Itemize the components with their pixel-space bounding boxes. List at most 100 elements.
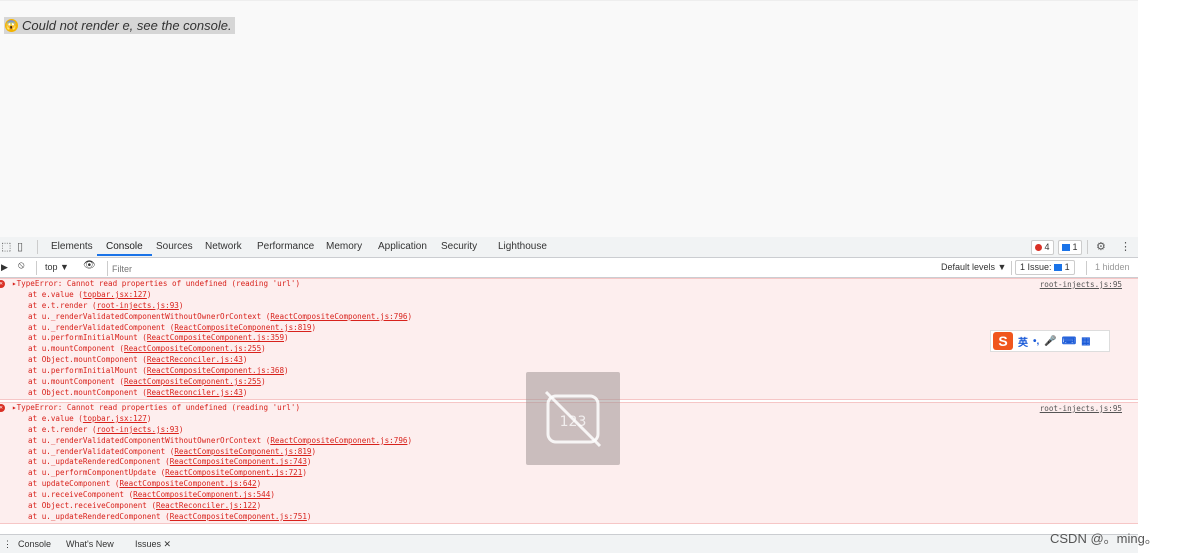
sogou-logo-icon: S bbox=[993, 332, 1013, 350]
stack-frame-call: at u.performInitialMount ( bbox=[28, 333, 147, 343]
stack-frame: at Object.mountComponent (ReactReconcile… bbox=[0, 355, 1138, 366]
stack-frame-link[interactable]: ReactCompositeComponent.js:751 bbox=[170, 512, 307, 521]
tab-console[interactable]: Console bbox=[97, 237, 152, 256]
stack-frame-close: ) bbox=[146, 413, 152, 423]
stack-frame-link[interactable]: ReactCompositeComponent.js:743 bbox=[170, 457, 307, 466]
scared-face-icon: 😱 bbox=[5, 19, 18, 32]
stack-frame: at u.receiveComponent (ReactCompositeCom… bbox=[0, 490, 1138, 501]
stack-frame-call: at u._updateRenderedComponent ( bbox=[28, 457, 170, 467]
message-icon bbox=[1062, 244, 1070, 251]
csdn-watermark: CSDN @。ming。 bbox=[1050, 531, 1158, 546]
stack-frame-close: ) bbox=[256, 501, 262, 511]
tab-performance[interactable]: Performance bbox=[257, 237, 314, 256]
stack-frame-close: ) bbox=[256, 479, 262, 489]
clear-console-icon[interactable]: ⦸ bbox=[18, 260, 25, 271]
stack-frame-close: ) bbox=[311, 446, 317, 456]
tab-elements[interactable]: Elements bbox=[51, 237, 93, 256]
drawer-tab-whats-new[interactable]: What's New bbox=[66, 539, 114, 549]
stack-frame-close: ) bbox=[407, 435, 413, 445]
page-body: 😱 Could not render e, see the console. bbox=[0, 0, 1138, 238]
drawer-tab-issues[interactable]: Issues ✕ bbox=[135, 539, 171, 550]
stack-frame-link[interactable]: root-injects.js:93 bbox=[97, 301, 179, 310]
tab-network[interactable]: Network bbox=[205, 237, 242, 256]
hidden-count: 1 hidden bbox=[1095, 262, 1130, 272]
stack-frame-link[interactable]: ReactCompositeComponent.js:255 bbox=[124, 344, 261, 353]
stack-frame-link[interactable]: ReactCompositeComponent.js:642 bbox=[119, 479, 256, 488]
filter-input[interactable] bbox=[107, 261, 934, 276]
tab-lighthouse[interactable]: Lighthouse bbox=[498, 237, 547, 256]
stack-frame-call: at Object.receiveComponent ( bbox=[28, 501, 157, 511]
tab-application[interactable]: Application bbox=[378, 237, 427, 256]
error-headline[interactable]: ✕ ▸TypeError: Cannot read properties of u… bbox=[0, 279, 1138, 290]
more-options-icon[interactable]: ⋮ bbox=[1120, 240, 1131, 253]
issues-button[interactable]: 1 Issue: 1 bbox=[1015, 260, 1075, 275]
stack-frame-link[interactable]: ReactCompositeComponent.js:544 bbox=[133, 490, 270, 499]
drawer-tab-console[interactable]: Console bbox=[18, 539, 51, 549]
divider bbox=[1086, 261, 1087, 275]
stack-frame-call: at u._renderValidatedComponentWithoutOwn… bbox=[28, 311, 271, 321]
messages-badge[interactable]: 1 bbox=[1058, 240, 1082, 255]
stack-frame: at e.t.render (root-injects.js:93) bbox=[0, 301, 1138, 312]
stack-frame-link[interactable]: topbar.jsx:127 bbox=[83, 290, 147, 299]
stack-frame-link[interactable]: ReactCompositeComponent.js:368 bbox=[147, 366, 284, 375]
context-selector[interactable]: top ▼ bbox=[45, 262, 69, 272]
stack-frame-call: at e.t.render ( bbox=[28, 300, 97, 310]
stack-frame: at u.mountComponent (ReactCompositeCompo… bbox=[0, 344, 1138, 355]
stack-frame-close: ) bbox=[242, 387, 248, 397]
stack-frame-link[interactable]: ReactCompositeComponent.js:255 bbox=[124, 377, 261, 386]
stack-frame-close: ) bbox=[261, 344, 266, 354]
tab-memory[interactable]: Memory bbox=[326, 237, 362, 256]
error-dot-icon bbox=[1035, 244, 1042, 251]
inspect-element-icon[interactable]: ⬚ bbox=[1, 240, 11, 253]
error-headline-text: ▸TypeError: Cannot read properties of un… bbox=[12, 403, 301, 412]
ime-keyboard-icon[interactable]: ⌨ bbox=[1062, 336, 1076, 347]
stack-frame-call: at e.value ( bbox=[28, 413, 83, 423]
stack-frame-link[interactable]: ReactReconciler.js:43 bbox=[147, 388, 243, 397]
stack-frame-link[interactable]: ReactCompositeComponent.js:796 bbox=[270, 312, 407, 321]
stack-frame-close: ) bbox=[306, 511, 312, 521]
drawer-menu-icon[interactable]: ⋮ bbox=[3, 539, 12, 550]
stack-frame-link[interactable]: ReactCompositeComponent.js:819 bbox=[174, 447, 311, 456]
error-source-link[interactable]: root-injects.js:95 bbox=[1040, 404, 1122, 415]
stack-frame-close: ) bbox=[178, 300, 184, 310]
divider bbox=[36, 261, 37, 275]
divider bbox=[1087, 240, 1088, 254]
default-levels-dropdown[interactable]: Default levels ▼ bbox=[941, 262, 1006, 272]
stack-frame: at u._renderValidatedComponentWithoutOwn… bbox=[0, 312, 1138, 323]
ime-language-toggle[interactable]: 英 bbox=[1018, 334, 1028, 349]
ime-toolbar: S 英 •, 🎤 ⌨ ▦ bbox=[990, 330, 1110, 352]
stack-frame-call: at Object.mountComponent ( bbox=[28, 355, 147, 365]
stack-frame-link[interactable]: ReactReconciler.js:122 bbox=[156, 501, 257, 510]
stack-frame-call: at Object.mountComponent ( bbox=[28, 387, 147, 397]
stack-frame: at Object.receiveComponent (ReactReconci… bbox=[0, 501, 1138, 512]
console-toolbar: ▶ ⦸ top ▼ 👁 Default levels ▼ 1 Issue: 1 … bbox=[0, 258, 1138, 278]
stack-frame-link[interactable]: ReactCompositeComponent.js:721 bbox=[165, 468, 302, 477]
stack-frame-link[interactable]: ReactCompositeComponent.js:819 bbox=[174, 323, 311, 332]
stack-frame-link[interactable]: ReactCompositeComponent.js:359 bbox=[147, 333, 284, 342]
device-toolbar-icon[interactable]: ▯ bbox=[17, 240, 23, 253]
stack-frame-link[interactable]: root-injects.js:93 bbox=[97, 425, 179, 434]
stack-frame-link[interactable]: topbar.jsx:127 bbox=[83, 414, 147, 423]
render-error-banner: 😱 Could not render e, see the console. bbox=[4, 17, 235, 34]
tab-security[interactable]: Security bbox=[441, 237, 477, 256]
sidebar-toggle-icon[interactable]: ▶ bbox=[1, 262, 8, 273]
errors-badge[interactable]: 4 bbox=[1031, 240, 1054, 255]
settings-gear-icon[interactable]: ⚙ bbox=[1096, 240, 1106, 253]
stack-frame-call: at u.mountComponent ( bbox=[28, 344, 125, 354]
divider bbox=[1011, 261, 1012, 275]
stack-frame-call: at u.receiveComponent ( bbox=[28, 490, 134, 500]
ime-punctuation-icon[interactable]: •, bbox=[1033, 336, 1039, 347]
stack-frame: at u._updateRenderedComponent (ReactComp… bbox=[0, 512, 1138, 523]
stack-frame: at e.value (topbar.jsx:127) bbox=[0, 290, 1138, 301]
stack-frame-link[interactable]: ReactReconciler.js:43 bbox=[147, 355, 243, 364]
tab-sources[interactable]: Sources bbox=[156, 237, 193, 256]
ime-microphone-icon[interactable]: 🎤 bbox=[1044, 336, 1056, 347]
messages-count: 1 bbox=[1072, 242, 1078, 252]
ime-menu-grid-icon[interactable]: ▦ bbox=[1081, 336, 1090, 347]
stack-frame-close: ) bbox=[302, 468, 307, 478]
stack-frame-link[interactable]: ReactCompositeComponent.js:796 bbox=[270, 436, 407, 445]
drawer-tabbar: ⋮ Console What's New Issues ✕ bbox=[0, 534, 1138, 553]
error-source-link[interactable]: root-injects.js:95 bbox=[1040, 280, 1122, 291]
live-expression-eye-icon[interactable]: 👁 bbox=[83, 260, 96, 271]
stack-frame-call: at u._updateRenderedComponent ( bbox=[28, 511, 170, 521]
